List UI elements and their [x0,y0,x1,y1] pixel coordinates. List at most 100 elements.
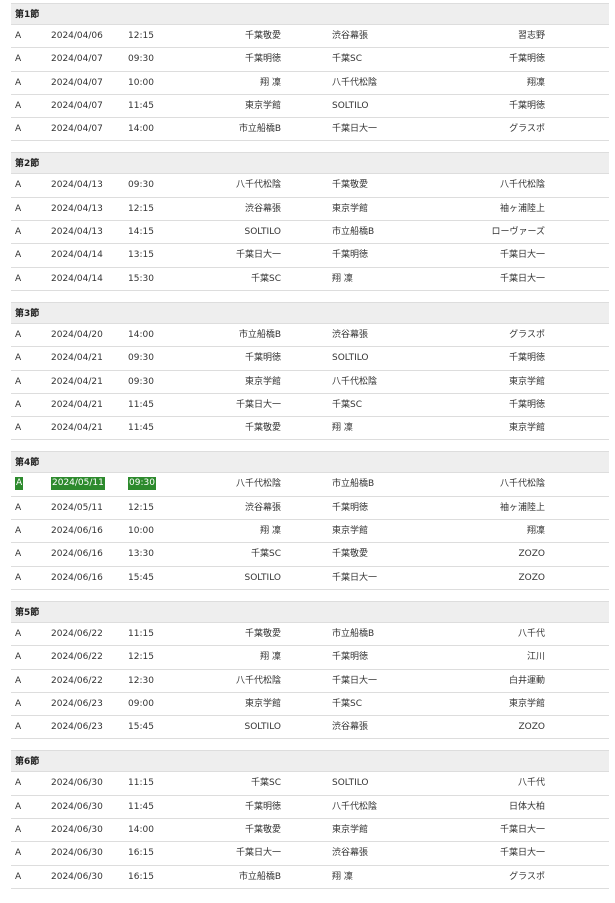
match-date: 2024/04/13 [51,203,103,214]
match-category: A [15,329,22,340]
match-venue: 千葉明徳 [508,54,545,65]
home-team: 翔 凜 [260,526,281,537]
match-category: A [15,477,24,491]
match-row: A 2024/06/30 11:15 千葉SC SOLTILO 八千代 [11,772,609,796]
match-date: 2024/06/30 [51,871,103,882]
home-team: 千葉明徳 [244,353,281,364]
match-row: A 2024/05/11 09:30 八千代松陰 市立船橋B 八千代松陰 [11,473,609,497]
away-team: 東京学館 [332,825,369,836]
match-venue: 袖ヶ浦陸上 [499,502,545,513]
match-category: A [15,848,22,859]
match-time: 13:15 [128,250,154,261]
away-team: SOLTILO [332,353,369,364]
match-category: A [15,399,22,410]
match-date: 2024/04/13 [51,227,103,238]
match-row: A 2024/06/30 16:15 千葉日大一 渋谷幕張 千葉日大一 [11,842,609,866]
home-team: 千葉明徳 [244,54,281,65]
match-category: A [15,652,22,663]
match-category: A [15,549,22,560]
match-date: 2024/06/30 [51,848,103,859]
home-team: 千葉敬愛 [244,628,281,639]
match-date: 2024/05/11 [51,502,103,513]
match-row: A 2024/04/14 15:30 千葉SC 翔 凜 千葉日大一 [11,268,609,291]
match-venue: 千葉日大一 [499,848,545,859]
match-category: A [15,801,22,812]
match-date: 2024/04/07 [51,124,103,135]
home-team: 千葉明徳 [244,801,281,812]
match-row: A 2024/04/06 12:15 千葉敬愛 渋谷幕張 習志野 [11,25,609,49]
match-time: 11:45 [128,423,154,434]
match-venue: 東京学館 [508,376,545,387]
match-time: 09:30 [128,353,154,364]
match-time: 11:45 [128,399,154,410]
match-time: 15:45 [128,722,154,733]
match-date: 2024/04/21 [51,423,103,434]
section-header: 第5節 [11,600,609,623]
match-row: A 2024/06/22 12:15 翔 凜 千葉明徳 江川 [11,646,609,670]
match-time: 16:15 [128,871,154,882]
match-row: A 2024/04/13 09:30 八千代松陰 千葉敬愛 八千代松陰 [11,174,609,198]
match-date: 2024/06/23 [51,722,103,733]
home-team: 千葉敬愛 [244,423,281,434]
match-time: 11:45 [128,100,154,111]
match-time: 15:45 [128,572,154,583]
match-category: A [15,54,22,65]
away-team: 翔 凜 [332,871,353,882]
match-date: 2024/06/22 [51,628,103,639]
match-category: A [15,871,22,882]
match-row: A 2024/06/16 15:45 SOLTILO 千葉日大一 ZOZO [11,567,609,590]
match-date: 2024/04/13 [51,180,103,191]
match-time: 09:30 [128,376,154,387]
match-row: A 2024/04/07 10:00 翔 凜 八千代松陰 翔凜 [11,72,609,95]
match-row: A 2024/04/21 09:30 千葉明徳 SOLTILO 千葉明徳 [11,347,609,371]
away-team: 千葉SC [332,698,362,709]
match-category: A [15,100,22,111]
match-venue: ZOZO [518,549,546,560]
match-venue: ローヴァーズ [491,227,545,238]
away-team: 千葉SC [332,54,362,65]
match-date: 2024/06/16 [51,526,103,537]
home-team: 千葉日大一 [235,848,281,859]
away-team: 千葉SC [332,399,362,410]
match-date: 2024/04/21 [51,376,103,387]
home-team: 八千代松陰 [235,675,281,686]
match-time: 14:15 [128,227,154,238]
away-team: 千葉敬愛 [332,180,369,191]
home-team: 八千代松陰 [235,479,281,490]
section-header: 第6節 [11,750,609,773]
match-venue: 千葉明徳 [508,100,545,111]
match-category: A [15,31,22,41]
match-row: A 2024/06/30 11:45 千葉明徳 八千代松陰 日体大柏 [11,796,609,820]
match-venue: 八千代 [517,778,545,789]
match-venue: 翔凜 [526,77,545,88]
match-venue: 白井運動 [508,675,545,686]
away-team: 八千代松陰 [332,801,378,812]
match-venue: 千葉日大一 [499,250,545,261]
home-team: SOLTILO [244,227,281,238]
match-row: A 2024/06/16 13:30 千葉SC 千葉敬愛 ZOZO [11,543,609,567]
match-row: A 2024/04/21 11:45 千葉敬愛 翔 凜 東京学館 [11,417,609,441]
match-row: A 2024/06/30 16:15 市立船橋B 翔 凜 グラスポ [11,866,609,889]
match-time: 12:15 [128,203,154,214]
match-date: 2024/06/30 [51,801,103,812]
away-team: 千葉日大一 [332,124,378,135]
match-time: 14:00 [128,825,154,836]
match-category: A [15,526,22,537]
match-date: 2024/06/16 [51,549,103,560]
match-time: 14:00 [128,124,154,135]
match-time: 16:15 [128,848,154,859]
away-team: SOLTILO [332,778,369,789]
away-team: 渋谷幕張 [332,848,369,859]
away-team: 翔 凜 [332,423,353,434]
home-team: 東京学館 [244,698,281,709]
match-time: 09:30 [128,180,154,191]
away-team: 千葉明徳 [332,502,369,513]
schedule-table: 第1節 A 2024/04/06 12:15 千葉敬愛 渋谷幕張 習志野 A 2024/04/0… [11,3,609,889]
match-category: A [15,698,22,709]
home-team: 翔 凜 [260,652,281,663]
match-venue: 千葉明徳 [508,353,545,364]
away-team: 八千代松陰 [332,77,378,88]
